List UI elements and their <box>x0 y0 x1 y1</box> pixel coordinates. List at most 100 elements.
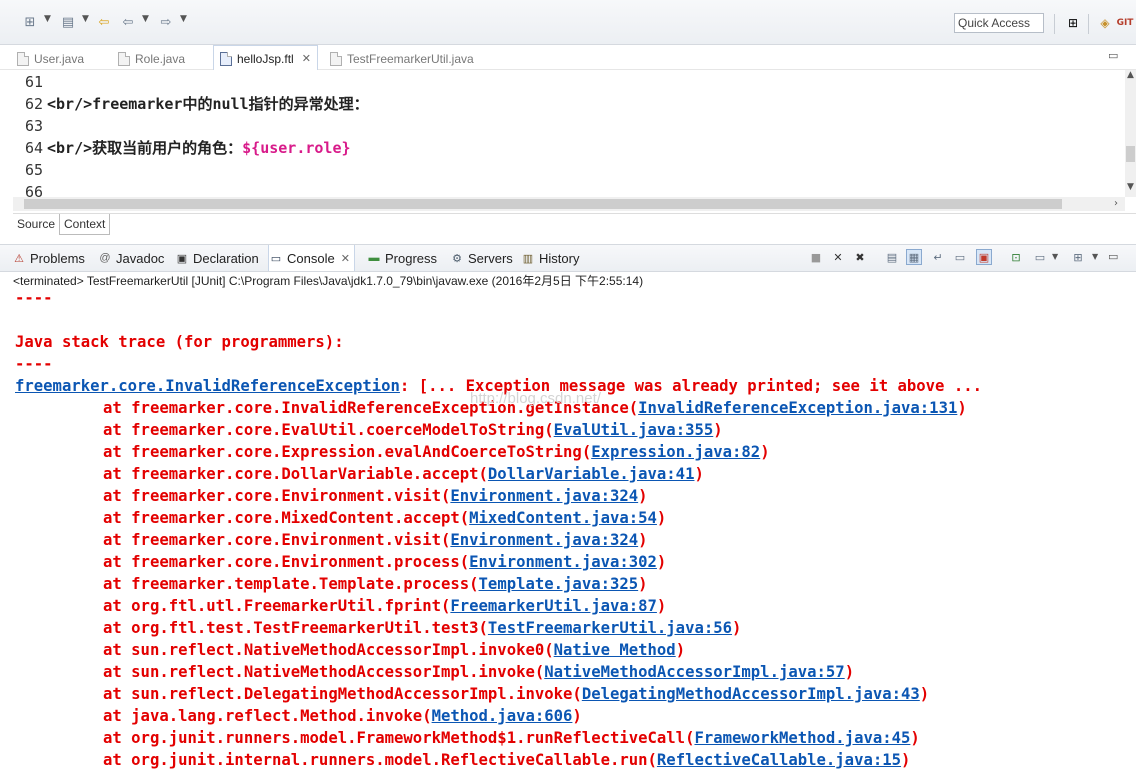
tab-history[interactable]: ▥ History <box>521 245 580 271</box>
git-perspective-icon[interactable]: GIT <box>1116 15 1134 31</box>
tab-servers[interactable]: ⚙ Servers <box>450 245 513 271</box>
tab-problems[interactable]: ⚠ Problems <box>12 245 85 271</box>
chevron-down-icon[interactable]: ▼ <box>142 14 149 24</box>
tab-label: User.java <box>34 52 85 66</box>
stack-frame-source-link[interactable]: EvalUtil.java:355 <box>554 421 714 439</box>
stack-frame-source-link[interactable]: Environment.java:324 <box>450 487 638 505</box>
minimize-icon[interactable]: ▭ <box>1108 250 1118 263</box>
close-paren: ) <box>656 509 667 527</box>
chevron-down-icon[interactable]: ▼ <box>1052 252 1058 261</box>
save-icon[interactable]: ▤ <box>60 14 76 30</box>
tab-javadoc[interactable]: @ Javadoc <box>98 245 164 271</box>
close-paren: ) <box>638 531 648 549</box>
java-file-icon <box>118 52 130 66</box>
tab-label: Console <box>287 250 335 266</box>
stack-frame-source-link[interactable]: Environment.java:302 <box>469 553 657 571</box>
display-console-icon[interactable]: ▭ <box>1032 249 1048 265</box>
stack-frame-source-link[interactable]: ReflectiveCallable.java:15 <box>657 751 901 769</box>
close-paren: ) <box>844 663 855 681</box>
open-paren: ( <box>628 399 639 417</box>
stack-frame-line: at org.junit.runners.model.FrameworkMeth… <box>15 727 920 749</box>
stack-frame-source-link[interactable]: TestFreemarkerUtil.java:56 <box>488 619 732 637</box>
exception-class-link[interactable]: freemarker.core.InvalidReferenceExceptio… <box>15 377 400 395</box>
line-number: 65 <box>25 161 44 179</box>
stack-frame-source-link[interactable]: NativeMethodAccessorImpl.java:57 <box>544 663 844 681</box>
tab-testfreemarkerutil-java[interactable]: TestFreemarkerUtil.java <box>330 47 474 71</box>
code-editor[interactable]: 61 62 <br/>freemarker中的null指针的异常处理： 63 64… <box>13 70 1125 197</box>
stack-frame-line: at freemarker.core.Environment.process(E… <box>15 551 666 573</box>
stack-frame-line: at freemarker.template.Template.process(… <box>15 573 648 595</box>
tab-declaration[interactable]: ▣ Declaration <box>175 245 259 271</box>
close-paren: ) <box>656 597 667 615</box>
close-paren: ) <box>572 707 582 725</box>
stack-frame-method: at org.junit.runners.model.FrameworkMeth… <box>103 729 686 747</box>
tab-label: TestFreemarkerUtil.java <box>347 52 474 66</box>
close-paren: ) <box>656 553 667 571</box>
remove-all-terminated-icon[interactable]: ✖ <box>852 249 868 265</box>
forward-icon[interactable]: ⇨ <box>158 14 174 30</box>
remove-launch-icon[interactable]: ✕ <box>830 249 846 265</box>
tab-user-java[interactable]: User.java <box>17 47 84 71</box>
scroll-down-icon[interactable]: ▼ <box>1127 182 1134 192</box>
tab-progress[interactable]: ▬ Progress <box>367 245 438 271</box>
chevron-down-icon[interactable]: ▼ <box>44 14 51 24</box>
stack-frame-source-link[interactable]: DelegatingMethodAccessorImpl.java:43 <box>582 685 920 703</box>
last-edit-icon[interactable]: ⇦ <box>96 14 112 30</box>
stack-frame-method: at freemarker.core.Environment.process <box>103 553 460 571</box>
show-on-output-icon[interactable]: ▭ <box>952 249 968 265</box>
tab-console[interactable]: ▭ Console ✕ <box>268 245 355 271</box>
stack-frame-source-link[interactable]: DollarVariable.java:41 <box>488 465 695 483</box>
scrollbar-thumb[interactable] <box>1126 146 1135 162</box>
clear-console-icon[interactable]: ▤ <box>884 249 900 265</box>
chevron-down-icon[interactable]: ▼ <box>82 14 89 24</box>
chevron-down-icon[interactable]: ▼ <box>1092 252 1098 261</box>
scroll-lock-icon[interactable]: ▦ <box>906 249 922 265</box>
scroll-right-icon[interactable]: › <box>1114 198 1118 209</box>
stack-frame-line: at freemarker.core.EvalUtil.coerceModelT… <box>15 419 723 441</box>
stack-frame-method: at freemarker.core.Environment.visit <box>103 531 441 549</box>
stack-frame-source-link[interactable]: FreemarkerUtil.java:87 <box>450 597 657 615</box>
editor-vertical-scrollbar[interactable] <box>1125 70 1136 197</box>
stack-frame-source-link[interactable]: Template.java:325 <box>479 575 639 593</box>
java-file-icon <box>17 52 29 66</box>
tab-source[interactable]: Source <box>13 214 59 234</box>
stack-frame-source-link[interactable]: Environment.java:324 <box>450 531 638 549</box>
stack-frame-method: at freemarker.template.Template.process <box>103 575 470 593</box>
quick-access-input[interactable]: Quick Access <box>954 13 1044 33</box>
open-perspective-icon[interactable]: ⊞ <box>1064 15 1082 31</box>
close-paren: ) <box>901 751 911 769</box>
open-paren: ( <box>440 597 451 615</box>
open-paren: ( <box>440 531 451 549</box>
stack-frame-source-link[interactable]: MixedContent.java:54 <box>469 509 657 527</box>
tab-role-java[interactable]: Role.java <box>118 47 185 71</box>
show-on-error-icon[interactable]: ▣ <box>976 249 992 265</box>
open-paren: ( <box>459 553 470 571</box>
back-icon[interactable]: ⇦ <box>120 14 136 30</box>
new-icon[interactable]: ⊞ <box>22 14 38 30</box>
chevron-down-icon[interactable]: ▼ <box>180 14 187 24</box>
tab-label: Progress <box>385 250 438 266</box>
scrollbar-thumb[interactable] <box>24 199 1062 209</box>
scroll-up-icon[interactable]: ▲ <box>1127 70 1134 80</box>
progress-icon: ▬ <box>368 252 380 264</box>
close-icon[interactable]: ✕ <box>302 52 311 65</box>
stack-frame-line: at sun.reflect.DelegatingMethodAccessorI… <box>15 683 929 705</box>
console-output[interactable]: ---- Java stack trace (for programmers):… <box>13 287 1136 780</box>
stack-frame-source-link[interactable]: InvalidReferenceException.java:131 <box>638 399 957 417</box>
java-ee-perspective-icon[interactable]: ◈ <box>1096 15 1114 31</box>
stack-frame-source-link[interactable]: Expression.java:82 <box>591 443 760 461</box>
line-number: 61 <box>25 73 44 91</box>
word-wrap-icon[interactable]: ↵ <box>930 249 946 265</box>
declaration-icon: ▣ <box>176 252 188 265</box>
terminate-icon[interactable]: ■ <box>808 249 824 265</box>
minimize-icon[interactable]: ▭ <box>1108 49 1118 62</box>
pin-console-icon[interactable]: ⊡ <box>1008 249 1024 265</box>
stack-frame-source-link[interactable]: Native Method <box>554 641 676 659</box>
stack-frame-source-link[interactable]: FrameworkMethod.java:45 <box>694 729 910 747</box>
close-icon[interactable]: ✕ <box>341 252 350 265</box>
open-console-icon[interactable]: ⊞ <box>1070 249 1086 265</box>
tab-context[interactable]: Context <box>59 214 111 235</box>
tab-hellojsp-ftl[interactable]: helloJsp.ftl ✕ <box>213 45 318 71</box>
stack-frame-line: at org.ftl.utl.FreemarkerUtil.fprint(Fre… <box>15 595 666 617</box>
stack-frame-source-link[interactable]: Method.java:606 <box>432 707 573 725</box>
